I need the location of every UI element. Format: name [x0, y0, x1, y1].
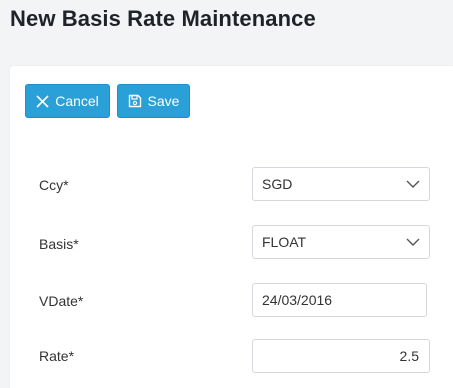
ccy-select-value: SGD: [262, 176, 293, 192]
cancel-button[interactable]: Cancel: [25, 84, 110, 118]
floppy-disk-icon: [128, 94, 141, 108]
ccy-label: Ccy*: [39, 177, 69, 193]
rate-label: Rate*: [39, 348, 75, 364]
vdate-input-value: 24/03/2016: [262, 292, 333, 308]
ccy-select[interactable]: SGD: [252, 167, 430, 201]
rate-input[interactable]: 2.5: [252, 339, 430, 373]
form-card: Cancel Save Ccy* SGD Basis* FLOAT VDate*…: [10, 66, 453, 388]
basis-label: Basis*: [39, 236, 79, 252]
cancel-button-label: Cancel: [55, 93, 99, 109]
save-button-label: Save: [147, 93, 180, 109]
page-title: New Basis Rate Maintenance: [10, 6, 316, 31]
save-button[interactable]: Save: [117, 84, 190, 118]
close-icon: [36, 94, 49, 108]
basis-select-value: FLOAT: [262, 234, 307, 250]
vdate-input[interactable]: 24/03/2016: [252, 283, 427, 317]
chevron-down-icon: [406, 180, 420, 188]
basis-select[interactable]: FLOAT: [252, 225, 430, 259]
vdate-label: VDate*: [39, 293, 84, 309]
rate-input-value: 2.5: [399, 348, 419, 364]
chevron-down-icon: [406, 238, 420, 246]
